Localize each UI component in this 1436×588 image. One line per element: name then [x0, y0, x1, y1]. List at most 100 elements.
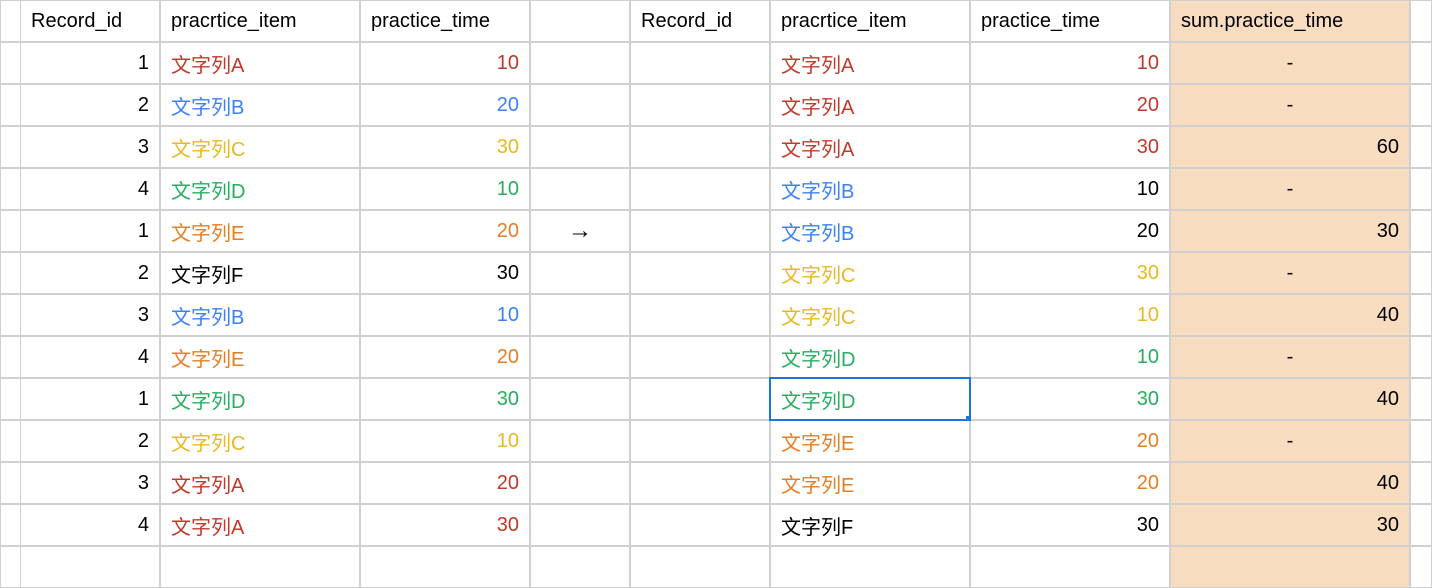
edge-cell[interactable]: [1410, 462, 1432, 504]
left-practice-item[interactable]: 文字列A: [160, 504, 360, 546]
left-practice-time[interactable]: 10: [360, 42, 530, 84]
row-header[interactable]: [0, 546, 22, 588]
spacer-cell[interactable]: [530, 168, 630, 210]
left-practice-time[interactable]: 10: [360, 168, 530, 210]
edge-cell[interactable]: [1410, 126, 1432, 168]
row-header[interactable]: [0, 168, 22, 210]
row-header[interactable]: [0, 84, 22, 126]
right-sum-practice-time[interactable]: 30: [1170, 504, 1410, 546]
right-practice-time[interactable]: 10: [970, 294, 1170, 336]
spacer-cell[interactable]: [530, 504, 630, 546]
empty-cell[interactable]: [1410, 546, 1432, 588]
col-header-practice-item-left[interactable]: pracrtice_item: [160, 0, 360, 42]
left-practice-item[interactable]: 文字列D: [160, 168, 360, 210]
empty-cell[interactable]: [630, 546, 770, 588]
right-sum-practice-time[interactable]: -: [1170, 84, 1410, 126]
right-record-id[interactable]: [630, 504, 770, 546]
right-sum-practice-time[interactable]: -: [1170, 420, 1410, 462]
right-practice-time[interactable]: 30: [970, 378, 1170, 420]
empty-cell[interactable]: [360, 546, 530, 588]
edge-cell[interactable]: [1410, 42, 1432, 84]
row-header[interactable]: [0, 126, 22, 168]
right-practice-item[interactable]: 文字列C: [770, 252, 970, 294]
spacer-cell[interactable]: [530, 84, 630, 126]
left-record-id[interactable]: 4: [20, 504, 160, 546]
left-record-id[interactable]: 1: [20, 378, 160, 420]
right-practice-item[interactable]: 文字列B: [770, 168, 970, 210]
edge-cell[interactable]: [1410, 168, 1432, 210]
right-practice-item[interactable]: 文字列D: [770, 336, 970, 378]
right-practice-time[interactable]: 30: [970, 504, 1170, 546]
right-practice-item[interactable]: 文字列A: [770, 84, 970, 126]
right-practice-item[interactable]: 文字列D: [770, 378, 970, 420]
row-header[interactable]: [0, 378, 22, 420]
empty-cell[interactable]: [970, 546, 1170, 588]
spacer-cell[interactable]: [530, 126, 630, 168]
edge-cell[interactable]: [1410, 210, 1432, 252]
spreadsheet-grid[interactable]: Record_idpracrtice_itempractice_timeReco…: [0, 0, 1436, 588]
right-practice-time[interactable]: 30: [970, 126, 1170, 168]
right-record-id[interactable]: [630, 462, 770, 504]
row-header[interactable]: [0, 252, 22, 294]
col-header-record-id-right[interactable]: Record_id: [630, 0, 770, 42]
right-practice-time[interactable]: 20: [970, 210, 1170, 252]
right-record-id[interactable]: [630, 252, 770, 294]
row-header[interactable]: [0, 0, 22, 42]
edge-cell[interactable]: [1410, 504, 1432, 546]
col-header-practice-time-left[interactable]: practice_time: [360, 0, 530, 42]
left-practice-item[interactable]: 文字列E: [160, 210, 360, 252]
right-practice-time[interactable]: 10: [970, 168, 1170, 210]
right-practice-item[interactable]: 文字列F: [770, 504, 970, 546]
left-practice-item[interactable]: 文字列B: [160, 294, 360, 336]
left-record-id[interactable]: 4: [20, 168, 160, 210]
left-record-id[interactable]: 3: [20, 294, 160, 336]
spacer-cell[interactable]: [530, 0, 630, 42]
left-record-id[interactable]: 2: [20, 252, 160, 294]
row-header[interactable]: [0, 462, 22, 504]
col-header-practice-time-right[interactable]: practice_time: [970, 0, 1170, 42]
left-practice-item[interactable]: 文字列F: [160, 252, 360, 294]
right-record-id[interactable]: [630, 294, 770, 336]
left-practice-time[interactable]: 30: [360, 378, 530, 420]
right-sum-practice-time[interactable]: 60: [1170, 126, 1410, 168]
right-practice-time[interactable]: 20: [970, 462, 1170, 504]
row-header[interactable]: [0, 210, 22, 252]
right-practice-item[interactable]: 文字列B: [770, 210, 970, 252]
empty-cell[interactable]: [530, 546, 630, 588]
right-record-id[interactable]: [630, 84, 770, 126]
row-header[interactable]: [0, 504, 22, 546]
right-sum-practice-time[interactable]: -: [1170, 42, 1410, 84]
left-practice-time[interactable]: 20: [360, 462, 530, 504]
right-practice-item[interactable]: 文字列E: [770, 462, 970, 504]
col-header-sum-practice-time[interactable]: sum.practice_time: [1170, 0, 1410, 42]
spacer-cell[interactable]: [530, 378, 630, 420]
right-record-id[interactable]: [630, 210, 770, 252]
right-practice-item[interactable]: 文字列E: [770, 420, 970, 462]
edge-cell[interactable]: [1410, 252, 1432, 294]
row-header[interactable]: [0, 420, 22, 462]
right-practice-time[interactable]: 20: [970, 420, 1170, 462]
right-practice-item[interactable]: 文字列A: [770, 42, 970, 84]
row-header[interactable]: [0, 42, 22, 84]
col-header-practice-item-right[interactable]: pracrtice_item: [770, 0, 970, 42]
edge-cell[interactable]: [1410, 378, 1432, 420]
right-record-id[interactable]: [630, 42, 770, 84]
edge-cell[interactable]: [1410, 84, 1432, 126]
row-header[interactable]: [0, 336, 22, 378]
spacer-cell[interactable]: [530, 462, 630, 504]
right-practice-time[interactable]: 10: [970, 336, 1170, 378]
left-practice-time[interactable]: 20: [360, 84, 530, 126]
right-sum-practice-time[interactable]: -: [1170, 168, 1410, 210]
left-practice-time[interactable]: 30: [360, 252, 530, 294]
edge-cell[interactable]: [1410, 0, 1432, 42]
col-header-record-id-left[interactable]: Record_id: [20, 0, 160, 42]
left-practice-item[interactable]: 文字列C: [160, 420, 360, 462]
right-record-id[interactable]: [630, 168, 770, 210]
empty-cell[interactable]: [20, 546, 160, 588]
edge-cell[interactable]: [1410, 420, 1432, 462]
edge-cell[interactable]: [1410, 336, 1432, 378]
right-practice-time[interactable]: 20: [970, 84, 1170, 126]
right-sum-practice-time[interactable]: -: [1170, 336, 1410, 378]
edge-cell[interactable]: [1410, 294, 1432, 336]
right-record-id[interactable]: [630, 336, 770, 378]
